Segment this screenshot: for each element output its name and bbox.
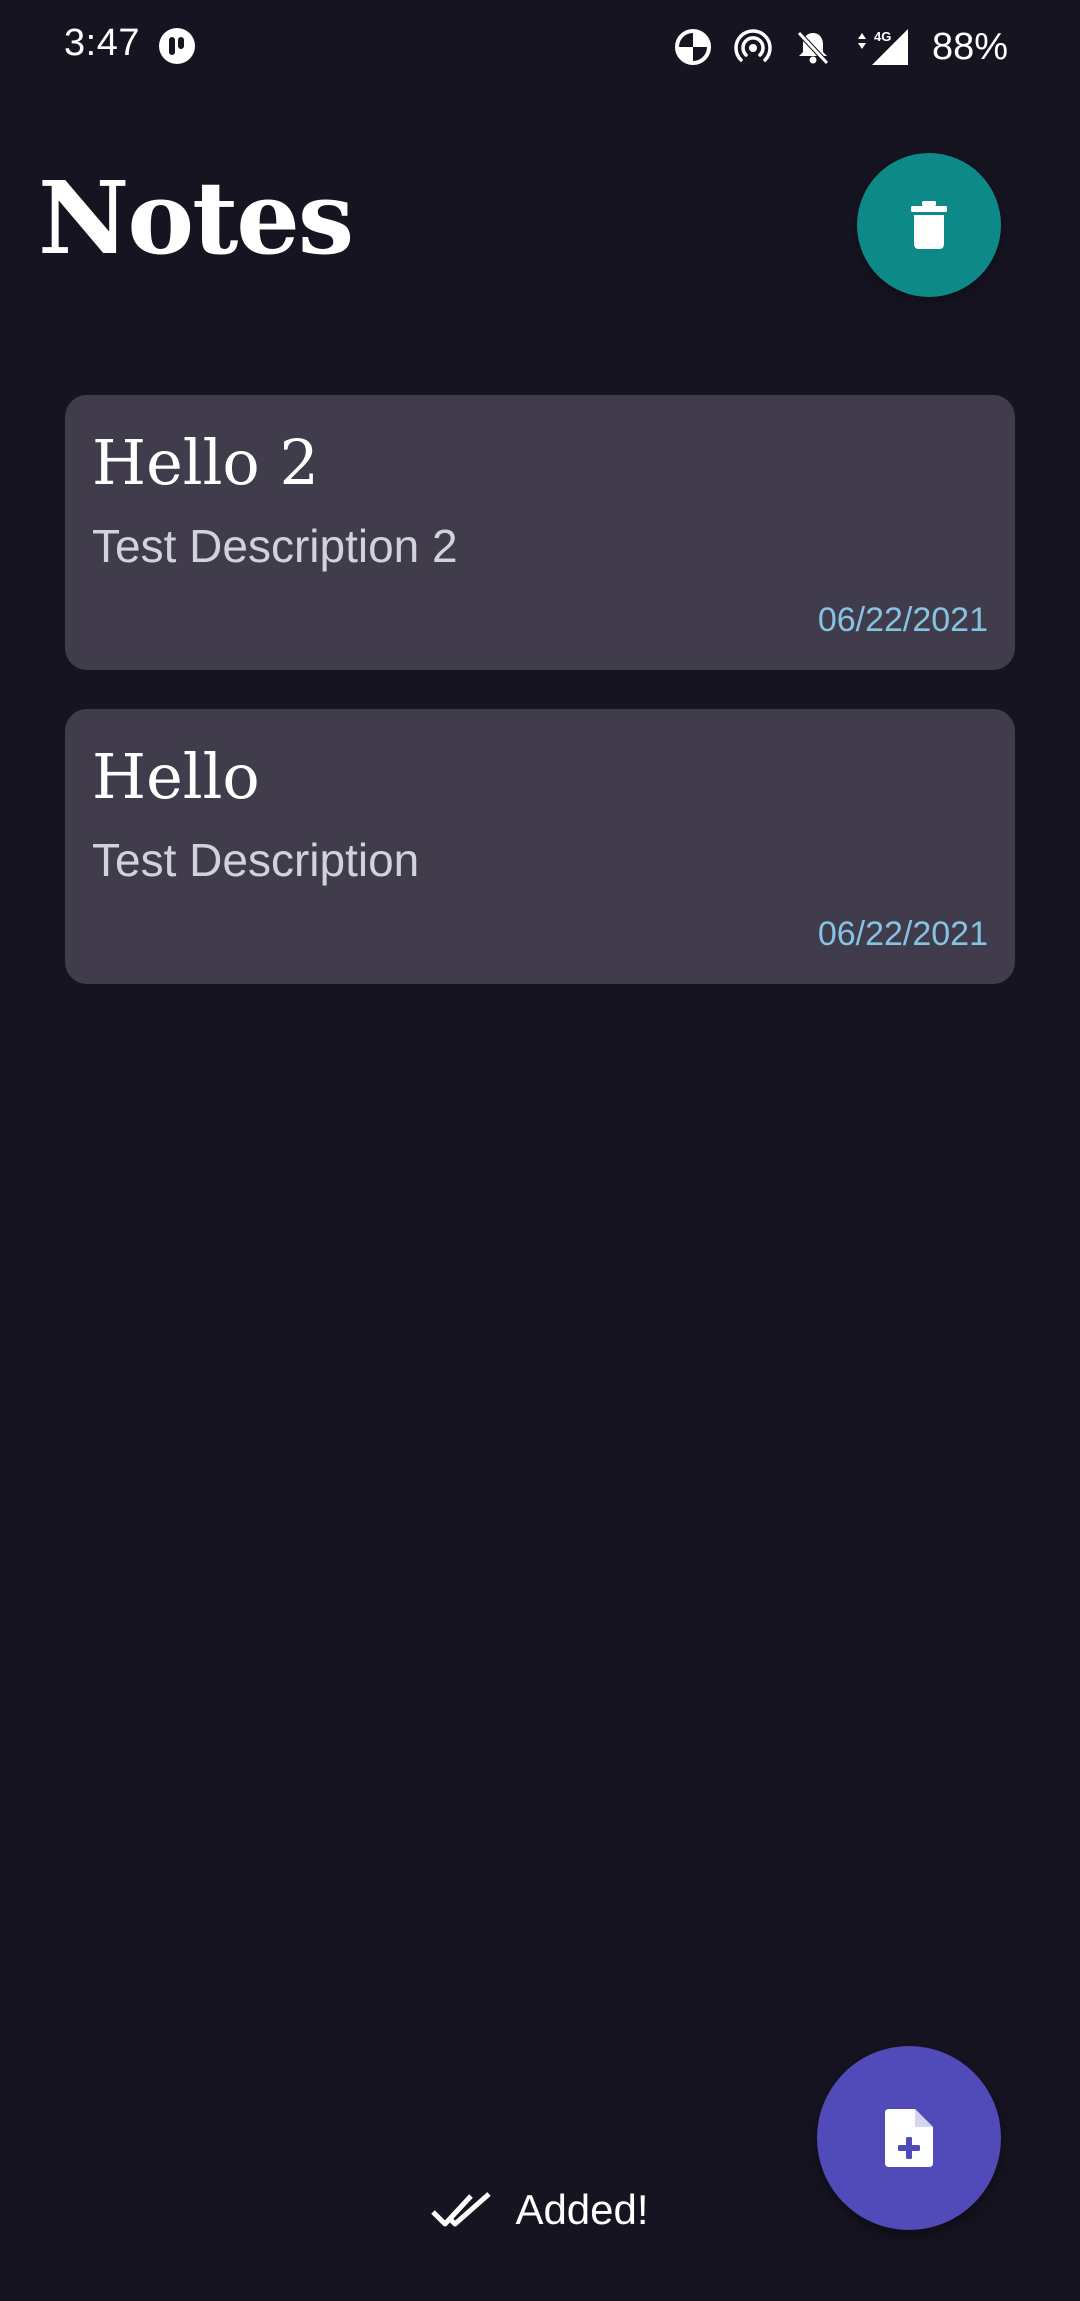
page-title: Notes (38, 159, 354, 277)
double-check-icon (431, 2192, 492, 2227)
trash-icon (911, 201, 947, 249)
status-bar: 3:47 4G 88% (0, 0, 1080, 94)
signal-4g-icon: 4G (857, 29, 908, 65)
delete-all-button[interactable] (857, 153, 1001, 297)
battery-percentage: 88% (931, 25, 1008, 68)
note-card[interactable]: Hello Test Description 06/22/2021 (65, 709, 1015, 984)
toast-text: Added! (515, 2186, 649, 2233)
notes-screen: 3:47 4G 88% Notes Hello 2 Test Descripti… (0, 0, 1080, 2301)
note-description: Test Description 2 (92, 520, 458, 572)
bell-off-icon (797, 31, 829, 65)
app-notification-icon (159, 28, 195, 64)
note-title: Hello 2 (92, 426, 319, 499)
note-title: Hello (92, 740, 260, 813)
note-date: 06/22/2021 (817, 915, 988, 953)
added-toast: Added! (0, 2186, 1080, 2234)
note-date: 06/22/2021 (817, 601, 988, 639)
note-description: Test Description (92, 834, 420, 886)
add-note-icon (885, 2109, 933, 2167)
status-time: 3:47 (64, 22, 140, 64)
hotspot-icon (734, 29, 772, 62)
status-icons: 4G 88% (674, 22, 1008, 72)
data-saver-icon (674, 29, 711, 65)
notes-list: Hello 2 Test Description 2 06/22/2021 He… (65, 395, 1015, 1023)
network-label: 4G (874, 29, 891, 44)
note-card[interactable]: Hello 2 Test Description 2 06/22/2021 (65, 395, 1015, 670)
